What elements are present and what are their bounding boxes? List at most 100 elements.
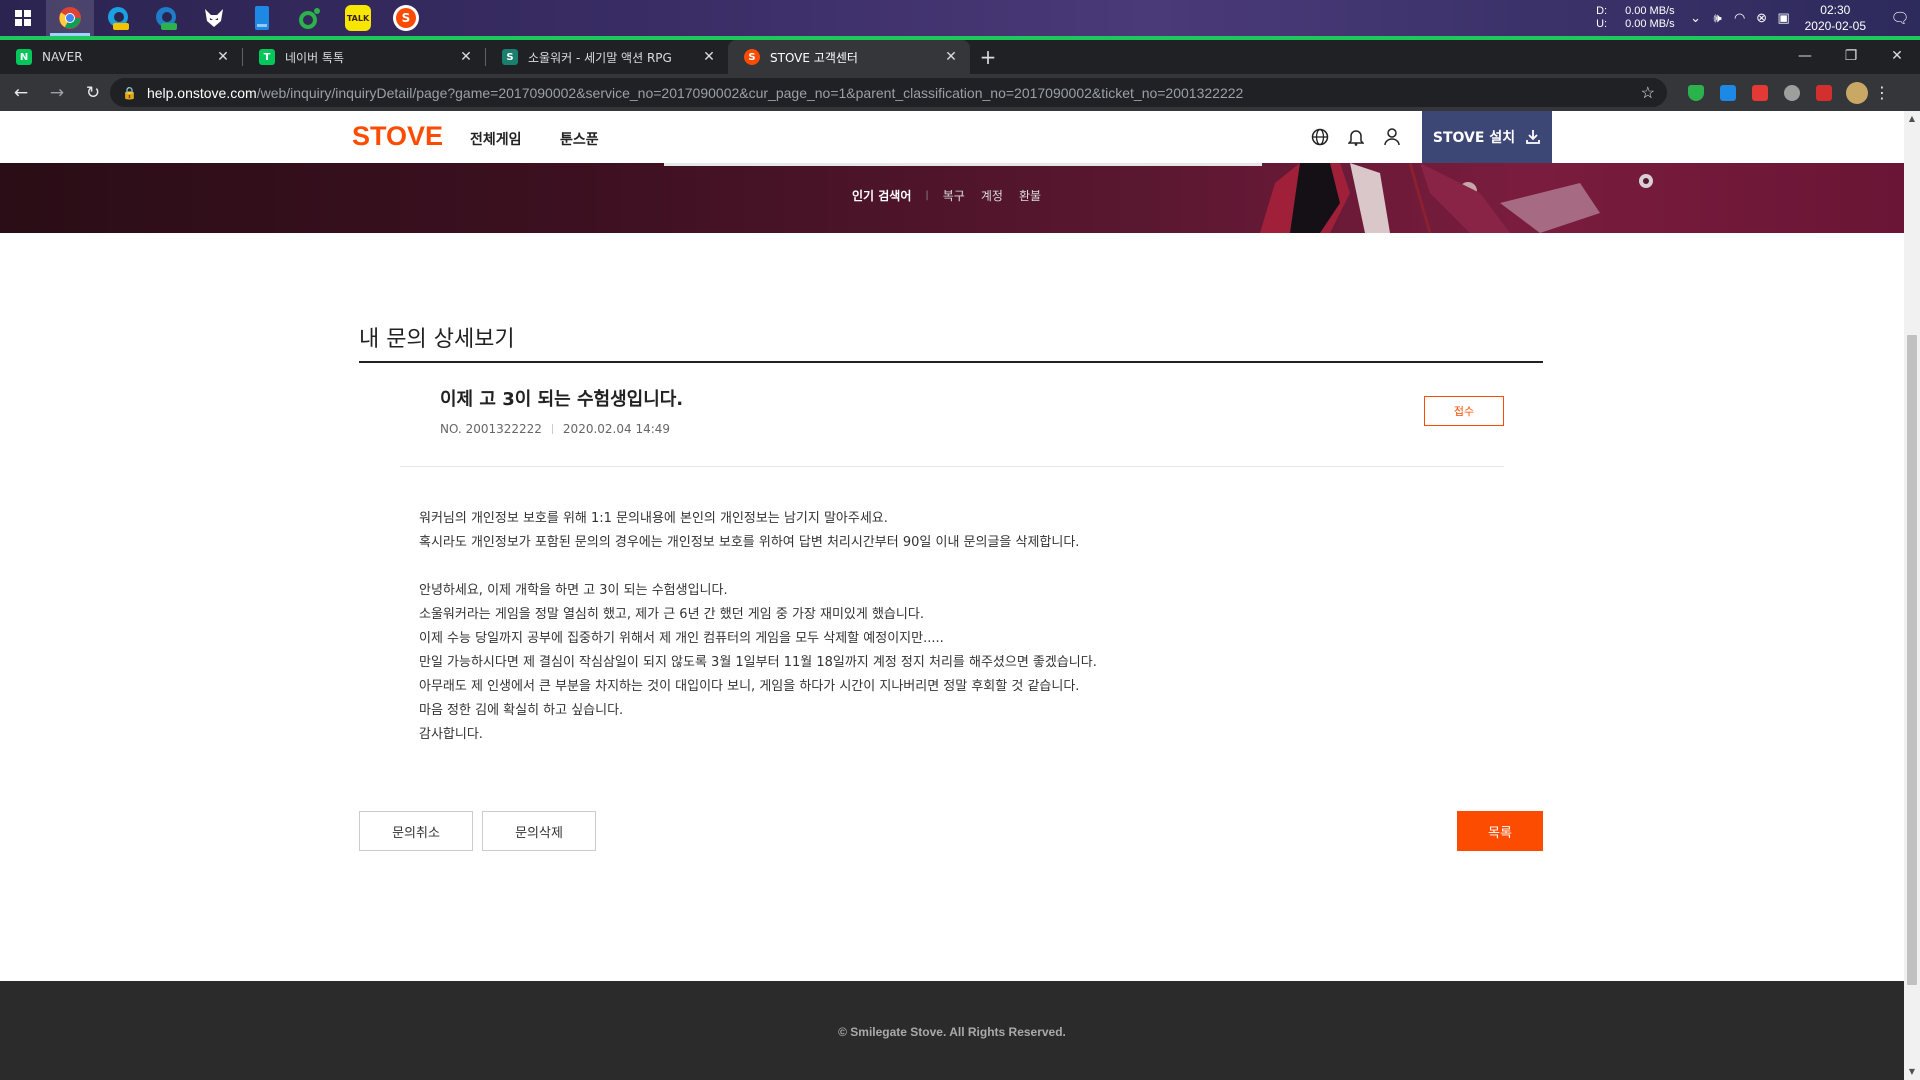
scroll-down-icon[interactable]: ▼ [1904,1064,1920,1080]
tab-title: 네이버 톡톡 [285,50,345,65]
body-line: 안녕하세요, 이제 개학을 하면 고 3이 되는 수험생입니다. [419,583,728,598]
chevron-up-icon[interactable]: ⌄ [1685,10,1707,26]
notification-center-icon[interactable]: 🗨 [1880,9,1920,27]
taskbar-notes-icon[interactable] [238,0,286,36]
restore-icon[interactable]: ❐ [1828,40,1874,72]
windows-taskbar: TALK S D: U: 0.00 MB/s 0.00 MB/s ⌄ 🕪 ◠ ⊗… [0,0,1920,36]
keyword-link[interactable]: 환불 [1019,187,1041,204]
taskbar-chrome-icon[interactable] [46,0,94,36]
extension-s-icon[interactable] [1712,78,1744,107]
nav-toonspoon[interactable]: 툰스푼 [560,129,599,149]
body-line: 만일 가능하시다면 제 결심이 작심삼일이 되지 않도록 3월 1일부터 11월… [419,655,1097,670]
close-tab-icon[interactable]: ✕ [457,49,475,65]
soulworker-favicon-icon: S [502,49,518,65]
tab-naver[interactable]: N NAVER ✕ [0,40,242,74]
banner-character-art [1260,163,1653,233]
tab-naver-talktalk[interactable]: T 네이버 톡톡 ✕ [243,40,485,74]
page-scrollbar[interactable]: ▲ ▼ [1904,111,1920,1080]
extension-pin-icon[interactable] [1808,78,1840,107]
body-line: 아무래도 제 인생에서 큰 부분을 차지하는 것이 대입이다 보니, 게임을 하… [419,679,1080,694]
hero-banner: 인기 검색어 | 복구 계정 환불 [0,163,1904,233]
extension-grey-icon[interactable] [1776,78,1808,107]
taskbar-edge-can-icon[interactable] [94,0,142,36]
url-path: /web/inquiry/inquiryDetail/page?game=201… [256,84,1244,101]
list-button[interactable]: 목록 [1457,811,1543,851]
meta-divider [551,424,553,434]
adblock-shield-icon[interactable] [1680,78,1712,107]
bell-icon[interactable] [1344,125,1368,149]
clock[interactable]: 02:30 2020-02-05 [1805,2,1866,34]
copyright: © Smilegate Stove. All Rights Reserved. [838,1025,1066,1039]
taskbar-kakaotalk-icon[interactable]: TALK [334,0,382,36]
extension-red-icon[interactable] [1744,78,1776,107]
inquiry-meta: NO. 2001322222 2020.02.04 14:49 [440,422,670,436]
window-controls: — ❐ ✕ [1782,40,1920,74]
popular-keywords: 인기 검색어 | 복구 계정 환불 [852,187,1057,204]
more-menu-icon[interactable]: ⋮ [1868,83,1896,102]
tab-stove-support[interactable]: S STOVE 고객센터 ✕ [728,40,970,74]
close-tab-icon[interactable]: ✕ [214,49,232,65]
back-arrow-icon[interactable]: ← [6,78,36,108]
delete-inquiry-button[interactable]: 문의삭제 [482,811,596,851]
taskbar-edge-dev-icon[interactable] [142,0,190,36]
body-line: 워커님의 개인정보 보호를 위해 1:1 문의내용에 본인의 개인정보는 남기지… [419,511,888,526]
popular-separator: | [925,190,929,201]
forward-arrow-icon[interactable]: → [42,78,72,108]
taskbar-stove-icon[interactable]: S [382,0,430,36]
browser-tab-strip: N NAVER ✕ T 네이버 톡톡 ✕ S 소울워커 - 세기말 액션 RPG… [0,40,1920,74]
inquiry-body: 워커님의 개인정보 보호를 위해 1:1 문의내용에 본인의 개인정보는 남기지… [419,507,1097,747]
tab-title: STOVE 고객센터 [770,50,858,65]
body-line: 이제 수능 당일까지 공부에 집중하기 위해서 제 개인 컴퓨터의 게임을 모두… [419,631,944,646]
clock-date: 2020-02-05 [1804,19,1866,33]
body-line: 마음 정한 김에 확실히 하고 싶습니다. [419,703,624,718]
close-tab-icon[interactable]: ✕ [942,49,960,65]
bookmark-star-icon[interactable]: ☆ [1641,83,1655,103]
body-line [419,555,1097,579]
volume-icon[interactable]: 🕪 [1707,10,1729,26]
content-divider [400,466,1504,467]
windows-start-icon[interactable] [0,0,46,36]
site-footer: © Smilegate Stove. All Rights Reserved. [0,981,1904,1080]
body-line: 소울워커라는 게임을 정말 열심히 했고, 제가 근 6년 간 했던 게임 중 … [419,607,924,622]
stove-install-button[interactable]: STOVE 설치 [1422,111,1552,163]
keyword-link[interactable]: 계정 [981,187,1003,204]
stove-favicon-icon: S [744,49,760,65]
scroll-up-icon[interactable]: ▲ [1904,111,1920,127]
inquiry-detail: 내 문의 상세보기 이제 고 3이 되는 수험생입니다. NO. 2001322… [0,233,1904,911]
close-window-icon[interactable]: ✕ [1874,40,1920,72]
page-viewport: STOVE 전체게임 툰스푼 STOVE 설치 인기 검색어 | 복구 계정 환… [0,111,1904,1080]
user-icon[interactable] [1380,125,1404,149]
taskbar-fox-icon[interactable] [190,0,238,36]
new-tab-button[interactable]: + [970,40,1006,74]
net-speed-values: 0.00 MB/s 0.00 MB/s [1625,5,1675,31]
reload-icon[interactable]: ↻ [78,78,108,108]
keyword-link[interactable]: 복구 [943,187,965,204]
tab-title: NAVER [42,50,83,64]
talktalk-favicon-icon: T [259,49,275,65]
address-bar[interactable]: 🔒 help.onstove.com/web/inquiry/inquiryDe… [110,78,1667,107]
nav-all-games[interactable]: 전체게임 [470,129,522,149]
download-icon [1526,130,1540,144]
profile-avatar[interactable] [1846,81,1868,104]
url-host: help.onstove.com [146,84,257,101]
upload-label: U: [1596,18,1608,30]
tab-title: 소울워커 - 세기말 액션 RPG [528,50,672,65]
tab-soulworker[interactable]: S 소울워커 - 세기말 액션 RPG ✕ [486,40,728,74]
blocked-icon[interactable]: ⊗ [1751,10,1773,26]
upload-speed: 0.00 MB/s [1625,18,1675,30]
minimize-icon[interactable]: — [1782,40,1828,72]
extensions-area: ⋮ [1680,78,1896,107]
wifi-icon[interactable]: ◠ [1729,10,1751,26]
close-tab-icon[interactable]: ✕ [700,49,718,65]
inquiry-number: NO. 2001322222 [440,422,542,436]
system-tray: D: U: 0.00 MB/s 0.00 MB/s ⌄ 🕪 ◠ ⊗ ▣ 02:3… [1596,0,1920,36]
body-line: 감사합니다. [419,727,483,742]
scrollbar-thumb[interactable] [1907,335,1917,985]
cancel-inquiry-button[interactable]: 문의취소 [359,811,473,851]
globe-icon[interactable] [1308,125,1332,149]
inquiry-title: 이제 고 3이 되는 수험생입니다. [440,389,684,410]
taskbar-green-app-icon[interactable] [286,0,334,36]
stove-logo[interactable]: STOVE [352,121,443,152]
search-box-edge [664,163,1262,166]
ime-icon[interactable]: ▣ [1773,10,1795,26]
